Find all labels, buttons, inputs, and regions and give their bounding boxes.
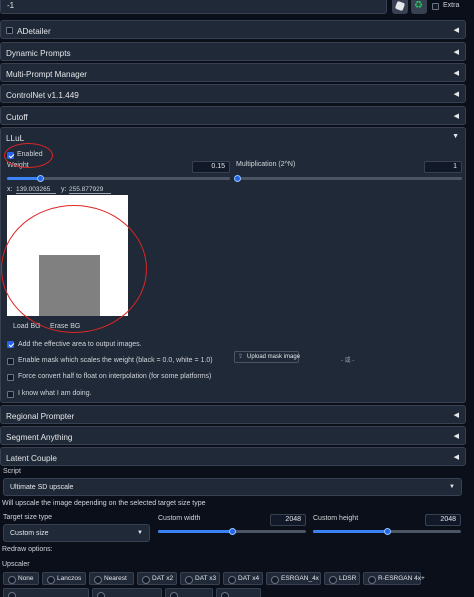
collapse-triangle-icon: ◀ (453, 454, 459, 461)
upload-mask-button[interactable]: ⇪ Upload mask image (234, 351, 301, 363)
upscaler-option[interactable]: DAT x2 (137, 572, 177, 585)
custom-width-label: Custom width (158, 515, 201, 522)
collapse-triangle-icon: ◀ (453, 49, 459, 56)
upscaler-option[interactable]: R-ESRGAN 4x+ (363, 572, 425, 585)
redraw-options-label: Redraw options: (2, 546, 53, 553)
dropdown-arrow-icon: ▼ (449, 484, 455, 490)
extra-label: Extra (443, 2, 460, 9)
accordion-title: Dynamic Prompts (6, 49, 71, 58)
dice-icon (394, 0, 406, 12)
accordion-regional-prompter[interactable]: Regional Prompter ◀ (0, 405, 466, 424)
upscaler-option[interactable]: DAT x3 (180, 572, 220, 585)
upscaler-option-partial[interactable] (92, 588, 162, 597)
collapse-triangle-icon: ◀ (453, 91, 459, 98)
accordion-title: LLuL (6, 134, 25, 143)
accordion-latent-couple[interactable]: Latent Couple ◀ (0, 447, 466, 466)
collapse-triangle-icon: ◀ (453, 27, 459, 34)
upscaler-option[interactable]: Lanczos (42, 572, 86, 585)
upscaler-option-partial[interactable] (3, 588, 89, 597)
multiplication-slider[interactable] (234, 175, 462, 182)
expand-triangle-icon[interactable]: ▼ (452, 133, 459, 140)
collapse-triangle-icon: ◀ (453, 412, 459, 419)
add-effective-area-label: Add the effective area to output images. (18, 341, 142, 348)
i-know-label: I know what I am doing. (18, 390, 92, 397)
accordion-multi-prompt-manager[interactable]: Multi-Prompt Manager ◀ (0, 63, 466, 82)
y-value[interactable]: 255.877929 (69, 186, 111, 194)
upscaler-option-partial[interactable] (216, 588, 261, 597)
custom-width-slider-fill (158, 530, 232, 533)
custom-width-slider-handle[interactable] (229, 528, 236, 535)
enable-mask-label: Enable mask which scales the weight (bla… (18, 357, 213, 364)
upscaler-option[interactable]: DAT x4 (223, 572, 263, 585)
random-seed-button[interactable] (392, 0, 408, 14)
seed-value: -1 (7, 1, 15, 10)
force-convert-checkbox[interactable] (7, 374, 14, 381)
dropdown-arrow-icon: ▼ (137, 530, 143, 536)
custom-height-number-input[interactable]: 2048 (425, 514, 461, 526)
script-dropdown[interactable]: Ultimate SD upscale ▼ (3, 478, 462, 496)
accordion-title: Cutoff (6, 113, 28, 122)
upscaler-option[interactable]: LDSR (324, 572, 360, 585)
i-know-checkbox[interactable] (7, 391, 14, 398)
weight-slider[interactable] (7, 175, 230, 182)
custom-width-slider[interactable] (158, 528, 306, 535)
target-size-label: Target size type (3, 514, 53, 521)
accordion-dynamic-prompts[interactable]: Dynamic Prompts ◀ (0, 42, 466, 61)
target-size-dropdown[interactable]: Custom size ▼ (3, 524, 150, 542)
x-value[interactable]: 139.003265 (16, 186, 56, 194)
accordion-segment-anything[interactable]: Segment Anything ◀ (0, 426, 466, 445)
enabled-annotation-circle (4, 143, 53, 168)
reuse-seed-button[interactable]: ♻ (411, 0, 427, 14)
collapse-triangle-icon: ◀ (453, 70, 459, 77)
accordion-title: ADetailer (17, 27, 51, 36)
multiplication-slider-handle[interactable] (234, 175, 241, 182)
recycle-icon: ♻ (414, 0, 423, 11)
upload-separator: - 或 - (341, 358, 355, 364)
custom-height-slider-handle[interactable] (384, 528, 391, 535)
x-label: x: (7, 186, 13, 193)
accordion-title: Multi-Prompt Manager (6, 70, 87, 79)
upscaler-option[interactable]: Nearest (89, 572, 134, 585)
target-size-selected: Custom size (10, 530, 49, 537)
y-label: y: (61, 186, 67, 193)
enable-mask-checkbox[interactable] (7, 358, 14, 365)
script-info: Will upscale the image depending on the … (2, 500, 206, 507)
accordion-title: Segment Anything (6, 433, 73, 442)
script-label: Script (3, 468, 21, 475)
force-convert-label: Force convert half to float on interpola… (18, 373, 212, 380)
adetailer-enable-checkbox[interactable] (6, 27, 13, 34)
custom-height-slider[interactable] (313, 528, 461, 535)
collapse-triangle-icon: ◀ (453, 433, 459, 440)
accordion-title: ControlNet v1.1.449 (6, 91, 79, 100)
custom-height-label: Custom height (313, 515, 359, 522)
custom-width-number-input[interactable]: 2048 (270, 514, 306, 526)
upload-mask-label: Upload mask image (247, 353, 301, 360)
accordion-title: Latent Couple (6, 454, 57, 463)
upscaler-option-partial[interactable] (165, 588, 213, 597)
weight-number-input[interactable]: 0.15 (192, 161, 230, 173)
seed-input[interactable]: -1 (0, 0, 387, 14)
multiplication-number-input[interactable]: 1 (424, 161, 462, 173)
upload-icon: ⇪ (238, 354, 244, 360)
add-effective-area-checkbox[interactable] (7, 341, 14, 348)
collapse-triangle-icon: ◀ (453, 113, 459, 120)
custom-height-slider-fill (313, 530, 387, 533)
weight-slider-handle[interactable] (37, 175, 45, 182)
script-selected: Ultimate SD upscale (10, 484, 74, 491)
upscaler-label: Upscaler (2, 561, 30, 568)
canvas-annotation-circle (1, 205, 147, 333)
upscaler-option[interactable]: ESRGAN_4x (266, 572, 321, 585)
multiplication-label: Multiplication (2^N) (236, 161, 296, 168)
accordion-adetailer[interactable]: ADetailer ◀ (0, 20, 466, 39)
weight-slider-fill (7, 177, 41, 180)
extra-checkbox[interactable] (432, 3, 439, 10)
upscaler-option[interactable]: None (3, 572, 39, 585)
accordion-cutoff[interactable]: Cutoff ◀ (0, 106, 466, 125)
accordion-title: Regional Prompter (6, 412, 75, 421)
accordion-controlnet[interactable]: ControlNet v1.1.449 ◀ (0, 84, 466, 103)
